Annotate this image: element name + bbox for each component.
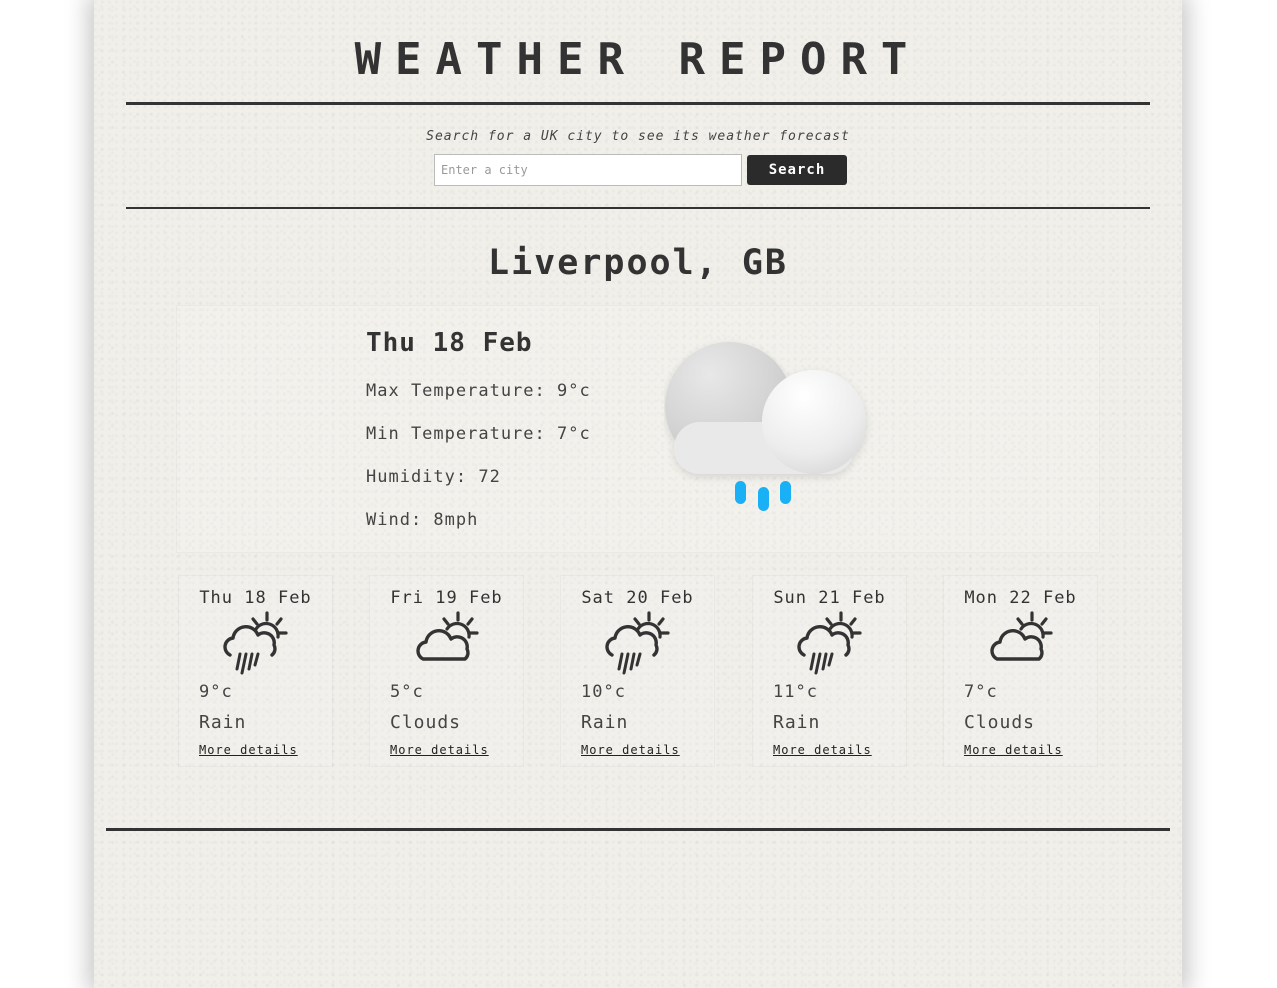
- today-wind: Wind: 8mph: [366, 510, 479, 530]
- forecast-date: Sat 20 Feb: [581, 588, 694, 608]
- more-details-link[interactable]: More details: [199, 743, 298, 757]
- today-panel: [176, 305, 1100, 553]
- forecast-card: Mon 22 Feb 7°c Clouds More details: [943, 575, 1098, 767]
- city-heading: Liverpool, GB: [488, 243, 788, 283]
- more-details-link[interactable]: More details: [390, 743, 489, 757]
- forecast-card: Sun 21 Feb 11°c Rain More details: [752, 575, 907, 767]
- forecast-date: Sun 21 Feb: [773, 588, 886, 608]
- more-details-link[interactable]: More details: [773, 743, 872, 757]
- cloud-sun-rain-icon: [602, 609, 672, 675]
- rain-cloud-icon: [665, 342, 866, 511]
- city-search-input[interactable]: [434, 154, 742, 186]
- page-paper: WEATHER REPORT Search for a UK city to s…: [94, 0, 1182, 988]
- forecast-date: Fri 19 Feb: [390, 588, 503, 608]
- today-max-temp: Max Temperature: 9°c: [366, 381, 591, 401]
- page-title: WEATHER REPORT: [354, 34, 922, 85]
- cloud-sun-rain-icon: [794, 609, 864, 675]
- forecast-temp: 9°c: [199, 682, 233, 702]
- search-button[interactable]: Search: [747, 155, 847, 185]
- forecast-desc: Rain: [773, 712, 821, 733]
- cloud-sun-icon: [985, 609, 1055, 675]
- forecast-card: Sat 20 Feb 10°c Rain More details: [560, 575, 715, 767]
- header-divider: [126, 102, 1150, 105]
- forecast-temp: 5°c: [390, 682, 424, 702]
- cloud-sun-icon: [411, 609, 481, 675]
- more-details-link[interactable]: More details: [964, 743, 1063, 757]
- search-divider: [126, 207, 1150, 209]
- today-humidity: Humidity: 72: [366, 467, 501, 487]
- forecast-temp: 7°c: [964, 682, 998, 702]
- footer-divider: [106, 828, 1170, 831]
- forecast-desc: Clouds: [390, 712, 462, 733]
- today-min-temp: Min Temperature: 7°c: [366, 424, 591, 444]
- search-prompt: Search for a UK city to see its weather …: [426, 129, 850, 144]
- forecast-date: Thu 18 Feb: [199, 588, 312, 608]
- more-details-link[interactable]: More details: [581, 743, 680, 757]
- cloud-sun-rain-icon: [220, 609, 290, 675]
- today-date: Thu 18 Feb: [366, 328, 533, 358]
- forecast-desc: Rain: [199, 712, 247, 733]
- forecast-card: Thu 18 Feb 9°c Rain More details: [178, 575, 333, 767]
- forecast-temp: 10°c: [581, 682, 626, 702]
- forecast-card: Fri 19 Feb 5°c Clouds More details: [369, 575, 524, 767]
- forecast-desc: Rain: [581, 712, 629, 733]
- forecast-date: Mon 22 Feb: [964, 588, 1077, 608]
- forecast-desc: Clouds: [964, 712, 1036, 733]
- forecast-temp: 11°c: [773, 682, 818, 702]
